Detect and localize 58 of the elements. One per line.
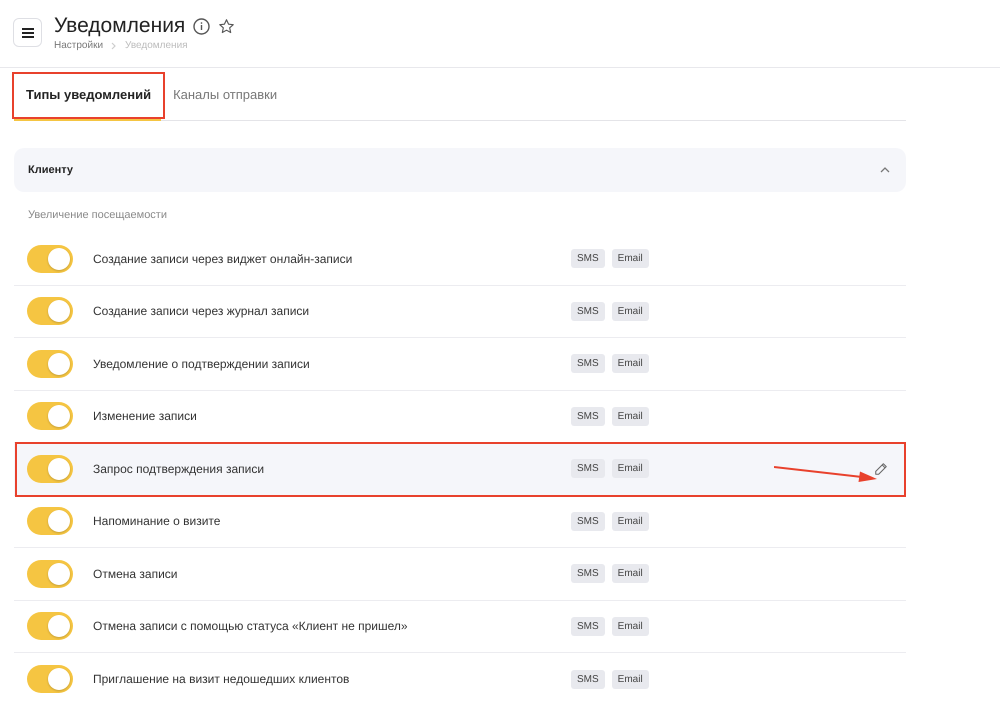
notification-label: Отмена записи с помощью статуса «Клиент не пришел» xyxy=(93,619,409,634)
group-heading: Увеличение посещаемости xyxy=(27,208,168,223)
notification-row[interactable]: Уведомление о подтверждении записи SMS Email xyxy=(14,338,906,390)
channel-tag: SMS xyxy=(571,670,605,689)
toggle-switch[interactable] xyxy=(27,454,73,483)
page-title: Уведомления xyxy=(54,14,186,38)
toggle-switch[interactable] xyxy=(27,507,73,536)
toggle-switch[interactable] xyxy=(27,350,73,378)
notification-row[interactable]: Запрос подтверждения записи SMS Email xyxy=(14,443,906,496)
notification-row[interactable]: Отмена записи с помощью статуса «Клиент не пришел» SMS Email xyxy=(14,600,906,653)
notification-row[interactable]: Напоминание о визите SMS Email xyxy=(14,496,906,548)
channel-tag: Email xyxy=(612,564,649,584)
notification-label: Уведомление о подтверждении записи xyxy=(93,356,311,371)
channel-tag: Email xyxy=(612,354,649,374)
notification-row[interactable]: Создание записи через виджет онлайн-записи SMS Email xyxy=(14,233,906,286)
notification-row[interactable]: Изменение записи SMS Email xyxy=(14,390,906,443)
channel-tag: Email xyxy=(612,406,649,426)
channel-tag: SMS xyxy=(571,616,605,636)
notification-label: Приглашение на визит недошедших клиентов xyxy=(93,672,350,686)
menu-button[interactable] xyxy=(13,18,42,47)
toggle-switch[interactable] xyxy=(27,560,73,588)
toggle-switch[interactable] xyxy=(27,612,73,640)
channel-tag: SMS xyxy=(571,564,605,584)
channel-tag: SMS xyxy=(571,406,605,426)
channel-tag: Email xyxy=(612,249,649,268)
pencil-icon[interactable] xyxy=(874,462,888,476)
tab[interactable]: Типы уведомлений xyxy=(14,87,162,121)
channel-tag: SMS xyxy=(571,459,605,478)
notification-label: Создание записи через виджет онлайн-записи xyxy=(93,252,354,266)
breadcrumb-link[interactable]: Настройки xyxy=(54,40,104,51)
info-icon[interactable] xyxy=(193,18,210,34)
toggle-switch[interactable] xyxy=(27,402,73,430)
channel-tag: SMS xyxy=(571,302,605,321)
chevron-right-icon xyxy=(111,42,118,50)
channel-tag: SMS xyxy=(571,249,605,268)
channel-tag: Email xyxy=(612,459,649,478)
channel-tag: Email xyxy=(612,302,649,321)
channel-tag: Email xyxy=(612,670,649,689)
toggle-switch[interactable] xyxy=(27,244,73,273)
channel-tag: SMS xyxy=(571,354,605,374)
notification-row[interactable]: Отмена записи SMS Email xyxy=(14,548,906,600)
notification-label: Напоминание о визите xyxy=(93,514,222,528)
notification-label: Создание записи через журнал записи xyxy=(93,304,310,318)
accordion-header[interactable]: Клиенту xyxy=(14,148,906,192)
star-icon[interactable] xyxy=(218,18,236,34)
notification-row[interactable]: Создание записи через журнал записи SMS Email xyxy=(14,286,906,338)
channel-tag: Email xyxy=(612,512,649,531)
channel-tag: Email xyxy=(612,616,649,636)
toggle-switch[interactable] xyxy=(27,665,73,694)
tab[interactable]: Каналы отправки xyxy=(161,87,288,121)
notification-row[interactable]: Приглашение на визит недошедших клиентов SMS Email xyxy=(14,653,906,706)
toggle-switch[interactable] xyxy=(27,297,73,326)
menu-icon xyxy=(22,28,34,38)
notification-label: Запрос подтверждения записи xyxy=(93,462,266,476)
section-title: Клиенту xyxy=(28,164,74,176)
notification-label: Отмена записи xyxy=(93,566,178,581)
notification-label: Изменение записи xyxy=(93,409,198,424)
channel-tag: SMS xyxy=(571,512,605,531)
